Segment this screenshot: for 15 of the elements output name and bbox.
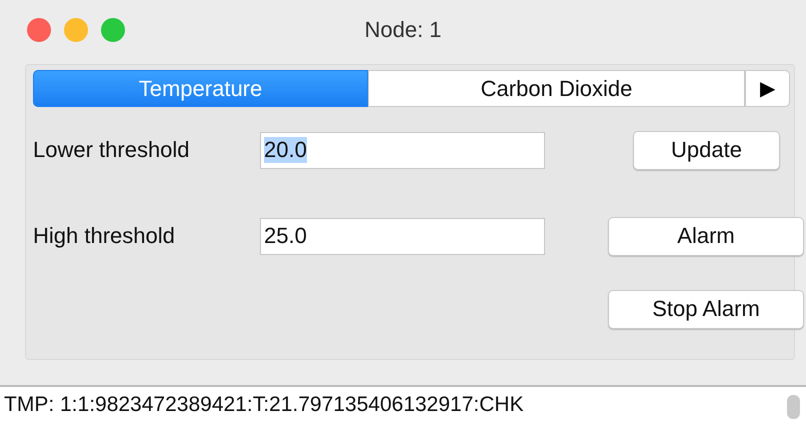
action-button[interactable]: Alarm — [608, 216, 804, 256]
close-button[interactable] — [27, 18, 51, 42]
tab[interactable]: Carbon Dioxide — [368, 70, 745, 107]
input-field[interactable]: 20.0 — [260, 132, 545, 168]
tab-scroll-button[interactable]: ▶ — [745, 70, 790, 107]
action-button[interactable]: Update — [633, 130, 780, 170]
field-label: Lower threshold — [33, 137, 190, 163]
window-title: Node: 1 — [364, 17, 442, 42]
input-field[interactable]: 25.0 — [260, 218, 545, 254]
field-label: High threshold — [33, 223, 175, 249]
minimize-button[interactable] — [64, 18, 88, 42]
scrollbar-thumb[interactable] — [787, 395, 800, 419]
zoom-button[interactable] — [101, 18, 125, 42]
log-line: TMP: 1:1:9823472389421:T:21.797135406132917:CHK — [4, 393, 524, 417]
action-button[interactable]: Stop Alarm — [608, 290, 804, 328]
